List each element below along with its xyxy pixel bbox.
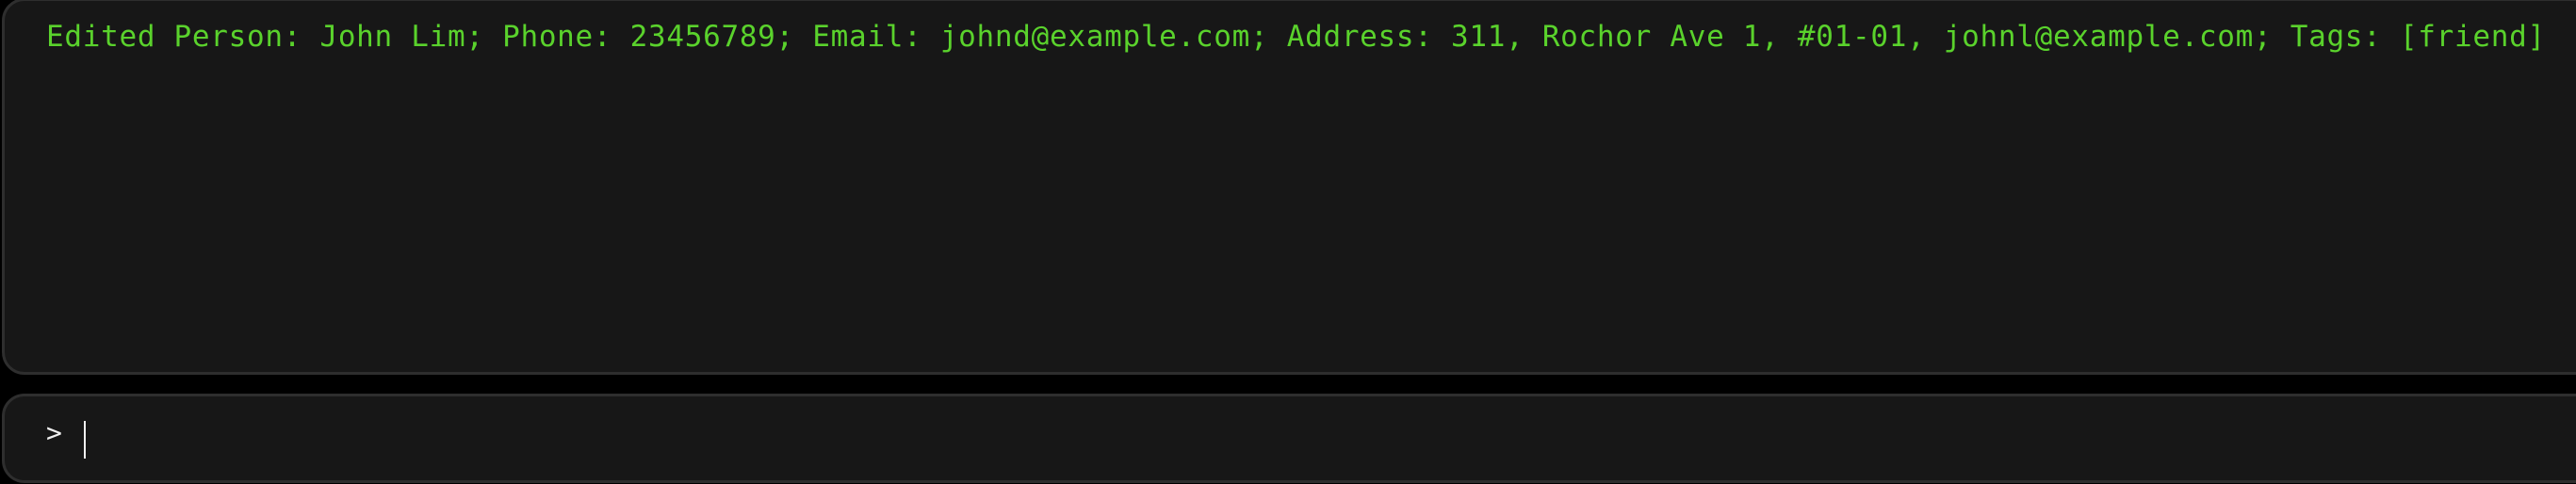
command-input[interactable] <box>80 413 2530 462</box>
prompt-symbol: > <box>46 417 62 448</box>
text-cursor <box>84 421 86 459</box>
command-box[interactable]: > <box>2 394 2576 483</box>
result-message: Edited Person: John Lim; Phone: 23456789… <box>46 20 2546 54</box>
result-display-panel: Edited Person: John Lim; Phone: 23456789… <box>2 0 2576 375</box>
